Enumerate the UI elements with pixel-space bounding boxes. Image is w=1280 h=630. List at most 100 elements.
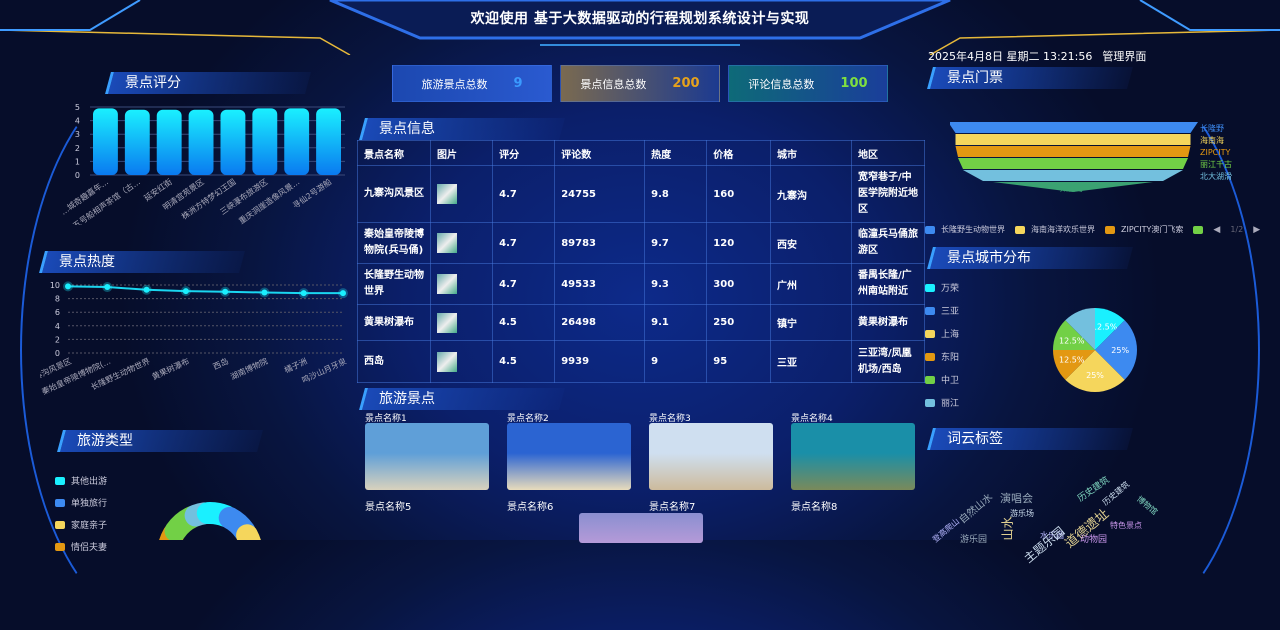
- spot-card-image[interactable]: [649, 423, 773, 490]
- column-header[interactable]: 评分: [492, 140, 556, 166]
- funnel-label: 长隆野: [1200, 123, 1224, 133]
- spot-card-image[interactable]: [791, 423, 915, 490]
- type-legend: 其他出游单独旅行家庭亲子情侣夫妻: [55, 474, 107, 553]
- word-cloud: 演唱会 游乐场 历史建筑 道德遗址 水乐园 特色景点 自然山水 历史建筑 博物馆 山水 登高爬山 动物…: [931, 470, 1180, 565]
- data-point: [298, 288, 309, 299]
- legend-item[interactable]: [1193, 225, 1204, 234]
- stat-card: 景点信息总数 200: [560, 65, 720, 102]
- table-row[interactable]: 长隆野生动物世界 4.7 49533 9.3 300 广州 番禺长隆/广州南站附近: [357, 263, 925, 305]
- spot-card-image[interactable]: [365, 423, 489, 490]
- spot-card-top-label: 景点名称4: [791, 414, 833, 423]
- table-cell: 160: [706, 165, 772, 223]
- data-point: [338, 288, 348, 299]
- legend-swatch: [55, 520, 65, 529]
- legend-item[interactable]: 家庭亲子: [55, 518, 107, 531]
- legend-item[interactable]: 情侣夫妻: [55, 540, 107, 553]
- spot-card[interactable]: 景点名称2 景点名称6: [507, 414, 631, 513]
- legend-item[interactable]: 长隆野生动物世界: [925, 224, 1005, 235]
- x-tick-label: 橘子洲: [283, 356, 309, 375]
- table-cell: 临潼兵马俑旅游区: [851, 222, 925, 264]
- spot-card[interactable]: 景点名称3 景点名称7: [649, 414, 773, 513]
- spot-card-top-label: 景点名称2: [507, 414, 549, 423]
- cloud-word[interactable]: 特色景点: [1110, 520, 1142, 531]
- legend-item[interactable]: 其他出游: [55, 474, 107, 487]
- column-header[interactable]: 价格: [706, 140, 772, 166]
- table-row[interactable]: 西岛 4.5 9939 9 95 三亚 三亚湾/凤凰机场/西岛: [357, 340, 925, 383]
- table-cell: 番禺长隆/广州南站附近: [851, 263, 925, 305]
- column-header[interactable]: 景点名称: [357, 140, 431, 166]
- y-tick-label: 8: [55, 295, 60, 304]
- legend-label: 单独旅行: [71, 499, 108, 509]
- table-cell: [429, 165, 494, 223]
- cloud-word[interactable]: 游乐园: [960, 532, 987, 545]
- table-cell: [429, 340, 494, 383]
- cloud-word[interactable]: 演唱会: [1000, 490, 1033, 506]
- x-tick-label: 西岛: [211, 356, 230, 372]
- table-row[interactable]: 黄果树瀑布 4.5 26498 9.1 250 镇宁 黄果树瀑布: [357, 304, 925, 341]
- legend-item[interactable]: 三亚: [925, 304, 959, 317]
- x-tick-label: 鸣沙山月牙泉: [300, 356, 348, 385]
- slice-label: 12.5%: [1059, 336, 1085, 345]
- cloud-word[interactable]: 博物馆: [1134, 494, 1159, 518]
- spot-card-label: 景点名称6: [507, 502, 554, 513]
- legend-item[interactable]: 单独旅行: [55, 496, 107, 509]
- legend-item[interactable]: 万荣: [925, 281, 959, 294]
- stat-value: 200: [672, 76, 700, 91]
- admin-link[interactable]: 管理界面: [1102, 48, 1146, 64]
- bar: [156, 109, 182, 175]
- funnel-layer: [958, 158, 1188, 169]
- table-cell: [429, 263, 494, 305]
- funnel-layer: [963, 170, 1183, 181]
- legend-swatch: [925, 225, 935, 234]
- spot-thumbnail[interactable]: [437, 184, 457, 204]
- column-header[interactable]: 评论数: [554, 140, 646, 166]
- legend-swatch: [55, 498, 65, 507]
- data-point: [180, 286, 191, 297]
- cloud-word[interactable]: 山水: [999, 516, 1016, 540]
- cloud-word[interactable]: 动物园: [1080, 532, 1107, 545]
- spot-thumbnail[interactable]: [437, 233, 457, 253]
- table-cell: 4.7: [492, 165, 556, 223]
- column-header[interactable]: 城市: [770, 140, 852, 166]
- table-cell: 4.5: [492, 304, 556, 341]
- table-cell: [429, 304, 494, 341]
- spot-thumbnail[interactable]: [437, 312, 457, 333]
- spot-card[interactable]: 景点名称1 景点名称5: [365, 414, 489, 513]
- slice-label: 25%: [1111, 346, 1129, 355]
- table-row[interactable]: 秦始皇帝陵博物院(兵马俑) 4.7 89783 9.7 120 西安 临潼兵马俑旅游区: [357, 222, 925, 264]
- bar: [284, 108, 310, 175]
- table-row[interactable]: 九寨沟风景区 4.7 24755 9.8 160 九寨沟 宽窄巷子/中医学院附近地区: [357, 165, 925, 223]
- spot-card-top-label: 景点名称1: [365, 414, 407, 423]
- x-tick-label: 湖南博物院: [229, 356, 269, 382]
- legend-next-icon[interactable]: ▶: [1253, 225, 1260, 235]
- legend-item[interactable]: 上海: [925, 327, 959, 340]
- spot-thumbnail[interactable]: [437, 351, 457, 372]
- y-tick-label: 2: [55, 335, 60, 344]
- legend-item[interactable]: 东阳: [925, 350, 959, 363]
- bar: [124, 109, 150, 175]
- funnel-layer: [955, 146, 1191, 157]
- legend-item[interactable]: ZIPCITY澳门飞索: [1105, 224, 1183, 235]
- y-tick-label: 10: [50, 281, 60, 290]
- cloud-word[interactable]: 自然山水: [955, 489, 995, 526]
- stat-label: 景点信息总数: [580, 77, 647, 91]
- column-header[interactable]: 地区: [851, 140, 925, 166]
- spot-card-image-9[interactable]: [579, 513, 703, 543]
- table-cell: 4.5: [492, 340, 556, 383]
- column-header[interactable]: 图片: [429, 140, 494, 166]
- legend-item[interactable]: 中卫: [925, 373, 959, 386]
- table-cell: 300: [706, 263, 772, 305]
- table-cell: 长隆野生动物世界: [357, 263, 431, 305]
- legend-label: 家庭亲子: [71, 521, 108, 531]
- legend-item[interactable]: 海南海洋欢乐世界: [1015, 224, 1095, 235]
- spot-thumbnail[interactable]: [437, 274, 457, 294]
- y-tick-label: 1: [75, 157, 80, 166]
- spot-card-image[interactable]: [507, 423, 631, 490]
- legend-prev-icon[interactable]: ◀: [1213, 225, 1220, 235]
- spot-card[interactable]: 景点名称4 景点名称8: [791, 414, 915, 513]
- column-header[interactable]: 热度: [644, 140, 708, 166]
- legend-item[interactable]: 丽江: [925, 396, 959, 409]
- legend-swatch: [925, 398, 935, 407]
- data-point: [141, 284, 152, 295]
- cloud-word[interactable]: 登高爬山: [930, 516, 962, 545]
